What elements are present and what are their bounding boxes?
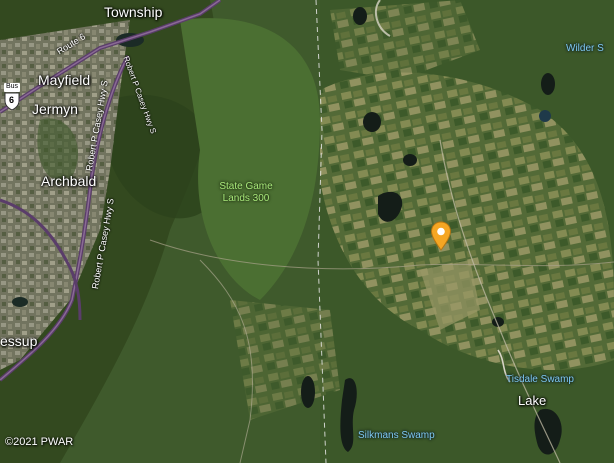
label-silkmans-swamp: Silkmans Swamp <box>358 430 435 441</box>
label-jessup: essup <box>0 333 38 349</box>
pond-5 <box>541 73 555 95</box>
copyright-text: ©2021 PWAR <box>5 436 74 448</box>
label-mayfield: Mayfield <box>38 72 91 88</box>
location-pin-icon[interactable] <box>430 221 452 251</box>
pond-2 <box>363 112 381 132</box>
label-state-game-lands: State Game Lands 300 <box>219 181 273 204</box>
shield-text: Bus <box>6 83 19 90</box>
us-route-shield-icon: Bus 6 <box>4 83 20 111</box>
pond-6 <box>539 110 551 122</box>
label-tisdale-swamp: Tisdale Swamp <box>506 374 574 385</box>
shield-number: 6 <box>9 95 15 105</box>
pond-10 <box>12 297 28 307</box>
label-township: Township <box>104 4 163 20</box>
pond-4 <box>403 154 417 166</box>
pond-8 <box>301 376 315 408</box>
aerial-map[interactable]: Bus 6 Township Mayfield Jermyn Archbald … <box>0 0 614 463</box>
pond-1 <box>353 7 367 25</box>
label-jermyn: Jermyn <box>32 101 78 117</box>
label-archbald: Archbald <box>41 173 97 189</box>
label-wilder: Wilder S <box>566 43 604 54</box>
label-lake: Lake <box>518 393 547 408</box>
